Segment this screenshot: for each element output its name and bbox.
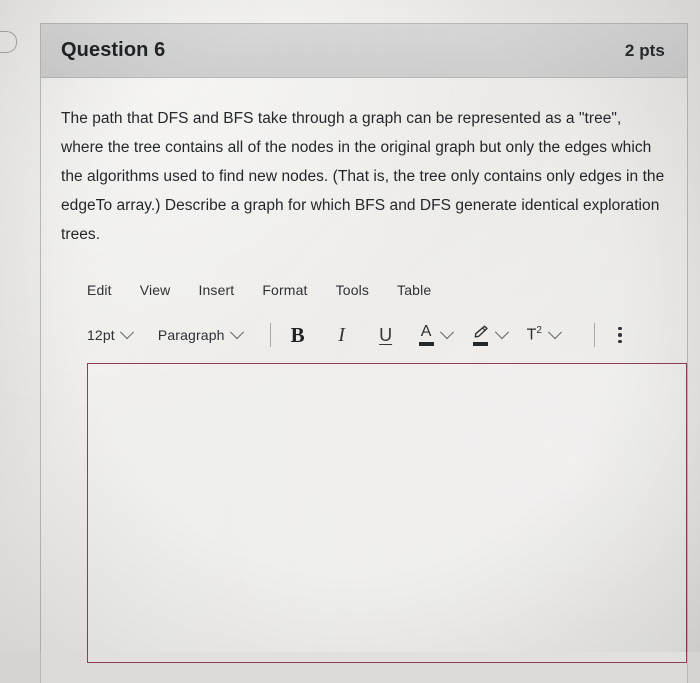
text-color-letter: A bbox=[420, 323, 432, 340]
editor-toolbar: 12pt Paragraph B I U A T2 bbox=[61, 315, 665, 355]
question-body: The path that DFS and BFS take through a… bbox=[41, 78, 687, 663]
kebab-dot bbox=[618, 339, 622, 344]
text-color-control[interactable]: A bbox=[418, 323, 454, 346]
italic-button[interactable]: I bbox=[331, 321, 353, 349]
highlight-color-control[interactable] bbox=[472, 325, 509, 346]
chevron-down-icon[interactable] bbox=[547, 325, 563, 340]
menu-item-view[interactable]: View bbox=[140, 282, 171, 298]
question-header: Question 6 2 pts bbox=[41, 24, 687, 78]
font-size-value: 12pt bbox=[87, 327, 115, 343]
question-title: Question 6 bbox=[61, 39, 166, 61]
bold-button[interactable]: B bbox=[287, 321, 309, 349]
highlight-color-swatch bbox=[472, 341, 488, 346]
menu-item-table[interactable]: Table bbox=[397, 282, 431, 298]
chevron-down-icon bbox=[119, 325, 134, 340]
question-points-badge: 2 pts bbox=[624, 40, 665, 60]
menu-item-tools[interactable]: Tools bbox=[336, 282, 369, 298]
text-color-swatch bbox=[418, 342, 434, 346]
highlighter-glyph bbox=[474, 325, 488, 337]
font-size-select[interactable]: 12pt bbox=[87, 325, 134, 343]
superscript-exponent: 2 bbox=[536, 325, 542, 337]
superscript-letter: T bbox=[526, 326, 537, 344]
answer-textarea[interactable] bbox=[87, 363, 687, 663]
menu-item-format[interactable]: Format bbox=[262, 282, 307, 298]
chevron-down-icon[interactable] bbox=[439, 325, 454, 340]
kebab-dot bbox=[618, 326, 622, 331]
menu-item-edit[interactable]: Edit bbox=[87, 282, 112, 298]
block-format-select[interactable]: Paragraph bbox=[157, 325, 244, 343]
chevron-down-icon[interactable] bbox=[494, 325, 509, 340]
toolbar-divider bbox=[593, 323, 595, 347]
question-prompt-text: The path that DFS and BFS take through a… bbox=[61, 110, 665, 243]
superscript-button[interactable]: T2 bbox=[527, 325, 542, 344]
kebab-dot bbox=[618, 333, 622, 337]
more-options-icon[interactable] bbox=[611, 322, 629, 348]
chevron-down-icon bbox=[229, 325, 244, 340]
rich-content-editor: Edit View Insert Format Tools Table 12pt… bbox=[61, 277, 687, 663]
superscript-control[interactable]: T2 bbox=[527, 325, 563, 344]
block-format-value: Paragraph bbox=[157, 327, 225, 343]
underline-button[interactable]: U bbox=[375, 321, 397, 349]
editor-menubar: Edit View Insert Format Tools Table bbox=[61, 277, 665, 303]
highlighter-icon[interactable] bbox=[472, 325, 489, 346]
text-color-button[interactable]: A bbox=[418, 323, 434, 346]
menu-item-insert[interactable]: Insert bbox=[198, 282, 234, 298]
toolbar-divider bbox=[269, 323, 271, 347]
question-card: Question 6 2 pts The path that DFS and B… bbox=[40, 23, 688, 683]
